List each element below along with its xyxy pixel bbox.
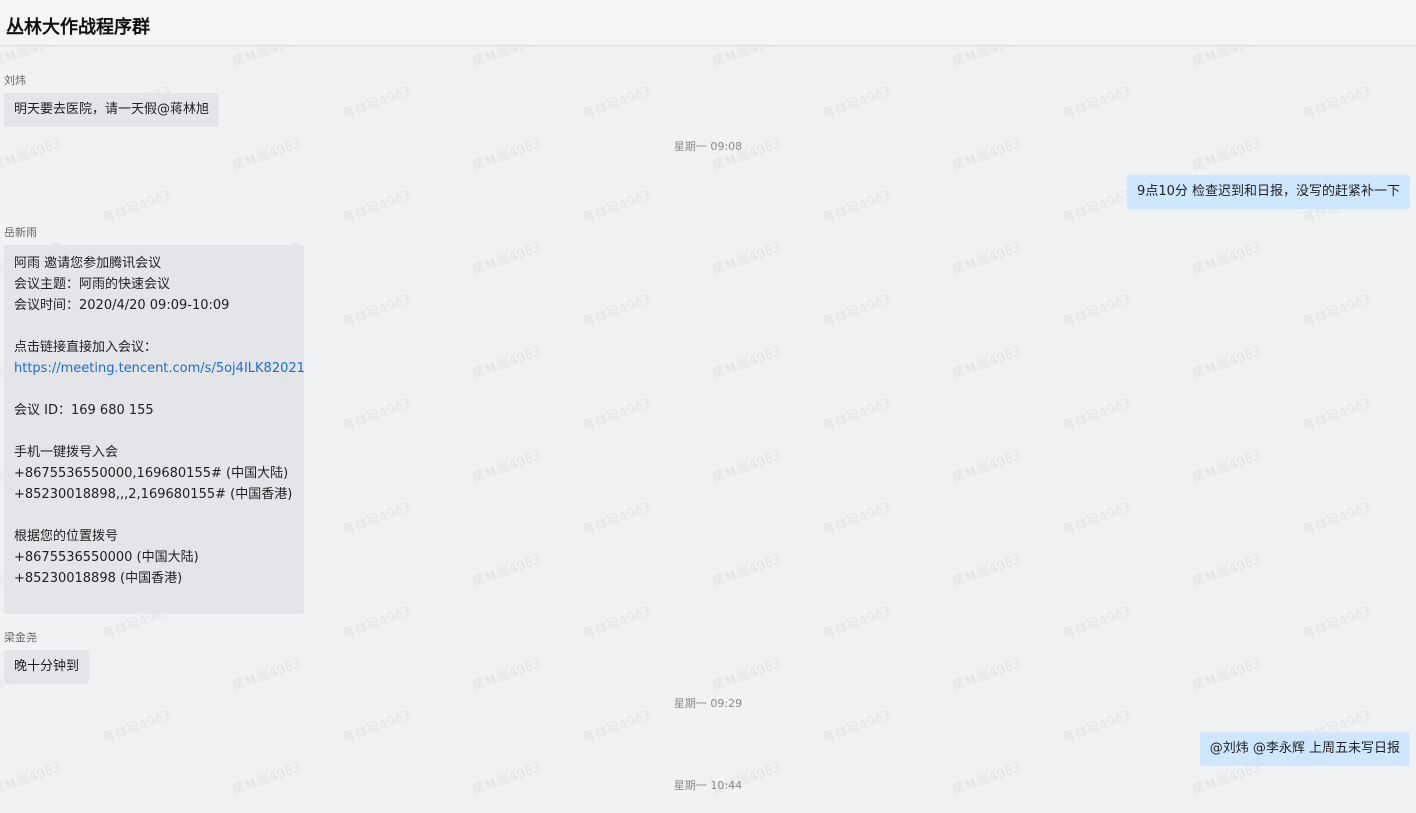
meeting-line — [14, 421, 294, 442]
meeting-invite-bubble[interactable]: 阿雨 邀请您参加腾讯会议 会议主题：阿雨的快速会议 会议时间：2020/4/20… — [4, 245, 305, 614]
message-bubble[interactable]: 明天要去医院，请一天假@蒋林旭 — [4, 93, 220, 127]
meeting-link[interactable]: https://meeting.tencent.com/s/5oj4ILK820… — [14, 358, 305, 379]
timestamp: 星期一 09:08 — [673, 140, 743, 153]
message-sender: 岳新雨 — [4, 226, 37, 239]
meeting-line: 会议主题：阿雨的快速会议 — [14, 277, 171, 292]
message-sender: 梁金尧 — [4, 631, 37, 644]
timestamp: 星期一 09:29 — [673, 697, 743, 710]
meeting-line: +8675536550000,169680155# (中国大陆) — [14, 466, 289, 481]
message-bubble[interactable]: 晚十分钟到 — [4, 650, 90, 684]
message-bubble-outgoing[interactable]: @刘炜 @李永辉 上周五未写日报 — [1199, 732, 1410, 766]
chat-title: 丛林大作战程序群 — [6, 17, 150, 38]
meeting-line: 阿雨 邀请您参加腾讯会议 — [14, 256, 162, 271]
meeting-line — [14, 379, 294, 400]
meeting-line: +85230018898 (中国香港) — [14, 571, 183, 586]
meeting-line: 手机一键拨号入会 — [14, 445, 119, 460]
timestamp: 星期一 10:44 — [673, 779, 743, 792]
meeting-line: 根据您的位置拨号 — [14, 529, 119, 544]
message-bubble-outgoing[interactable]: 9点10分 检查迟到和日报，没写的赶紧补一下 — [1127, 175, 1410, 209]
message-list[interactable]: 刘炜 明天要去医院，请一天假@蒋林旭 星期一 09:08 9点10分 检查迟到和… — [0, 0, 1416, 813]
meeting-line — [14, 505, 294, 526]
meeting-line: 会议时间：2020/4/20 09:09-10:09 — [14, 298, 230, 313]
meeting-line: 会议 ID：169 680 155 — [14, 403, 154, 418]
chat-header: 丛林大作战程序群 — [0, 0, 1416, 46]
meeting-line: +85230018898,,,2,169680155# (中国香港) — [14, 487, 293, 502]
meeting-line — [14, 316, 294, 337]
meeting-line: +8675536550000 (中国大陆) — [14, 550, 199, 565]
meeting-line: 点击链接直接加入会议： — [14, 340, 158, 355]
message-sender: 刘炜 — [4, 74, 26, 87]
